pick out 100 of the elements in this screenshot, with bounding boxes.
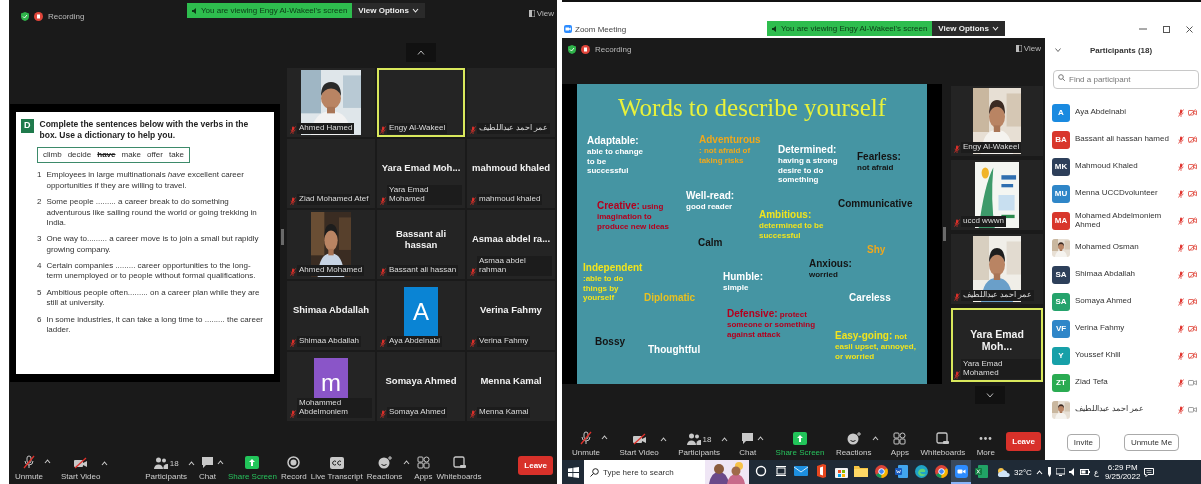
windows-logo-icon[interactable] bbox=[567, 466, 579, 478]
avatar: BA bbox=[1052, 130, 1070, 149]
more-button[interactable]: More bbox=[976, 432, 995, 457]
people-icon bbox=[686, 433, 701, 445]
caret-up-icon[interactable] bbox=[872, 436, 880, 441]
live-transcript-button[interactable]: Live Transcript bbox=[310, 457, 363, 481]
leave-button[interactable]: Leave bbox=[518, 456, 553, 475]
item-number: 1 bbox=[37, 170, 42, 182]
network-icon[interactable] bbox=[1055, 468, 1065, 476]
scroll-handle[interactable] bbox=[943, 227, 946, 241]
speaker-icon[interactable] bbox=[1068, 468, 1076, 476]
leave-button[interactable]: Leave bbox=[1006, 432, 1041, 451]
shield-icon bbox=[568, 44, 576, 54]
view-button[interactable]: View bbox=[1015, 44, 1041, 53]
panel-button[interactable]: Invite bbox=[1066, 433, 1100, 451]
term-label: Careless bbox=[849, 292, 892, 304]
view-options-button[interactable]: View Options bbox=[352, 3, 425, 18]
participants-button[interactable]: 18 Participants bbox=[678, 433, 720, 457]
search-field[interactable]: Type here to search bbox=[584, 460, 749, 484]
circle-icon bbox=[755, 465, 767, 477]
muted-mic-icon bbox=[290, 268, 296, 276]
cloud-sun-icon[interactable] bbox=[997, 467, 1010, 477]
muted-mic-icon bbox=[380, 410, 386, 418]
muted-mic-icon bbox=[1178, 297, 1184, 306]
muted-mic-icon bbox=[1178, 378, 1184, 387]
search-input[interactable]: Type here to search bbox=[603, 464, 701, 480]
item-number: 6 bbox=[37, 314, 42, 326]
unmute-button[interactable]: Unmute bbox=[572, 431, 600, 457]
apps-button[interactable]: Apps bbox=[890, 432, 910, 457]
reactions-button[interactable]: Reactions bbox=[835, 432, 872, 457]
section-badge: D bbox=[21, 119, 34, 133]
search-field[interactable]: Find a participant bbox=[1053, 70, 1199, 89]
spreadsheet-icon bbox=[974, 464, 988, 478]
term-label: Independent bbox=[583, 262, 641, 274]
notification-icon[interactable] bbox=[1144, 467, 1155, 477]
speaker-icon bbox=[772, 25, 778, 32]
muted-mic-icon bbox=[1178, 405, 1184, 414]
caret-up-icon[interactable] bbox=[188, 461, 196, 466]
people-icon bbox=[153, 457, 168, 469]
muted-mic-icon bbox=[1178, 351, 1184, 360]
apps-button[interactable]: Apps bbox=[414, 456, 433, 481]
envelope-icon bbox=[794, 465, 808, 477]
participant-name: Youssef Khlil bbox=[1075, 351, 1122, 360]
maximize-icon[interactable] bbox=[1163, 25, 1170, 33]
caret-up-icon[interactable] bbox=[101, 461, 109, 466]
pen-icon[interactable] bbox=[1046, 467, 1052, 477]
word-option: have bbox=[97, 149, 116, 161]
caret-down-icon[interactable] bbox=[411, 8, 419, 13]
muted-mic-icon bbox=[1178, 243, 1184, 252]
scroll-handle[interactable] bbox=[281, 229, 284, 245]
clock-date[interactable]: 9/25/2022 bbox=[1104, 472, 1141, 482]
whiteboards-button[interactable]: Whiteboards bbox=[436, 456, 482, 481]
view-options-button[interactable]: View Options bbox=[932, 21, 1005, 36]
participant-name: Mohamed Abdelmoniem Ahmed bbox=[1075, 211, 1163, 230]
caret-up-icon[interactable] bbox=[601, 435, 608, 440]
term-label: Anxious: bbox=[809, 258, 853, 270]
term-definition: : not afraid of taking risks bbox=[699, 146, 752, 166]
start-video-button[interactable]: Start Video bbox=[61, 457, 101, 481]
share-screen-button[interactable]: Share Screen bbox=[775, 432, 825, 457]
record-button[interactable]: Record bbox=[280, 456, 307, 481]
term-definition: having a strong desire to do something bbox=[778, 156, 839, 185]
caret-up-icon[interactable] bbox=[659, 437, 667, 442]
participant-name: Somaya Ahmed bbox=[387, 407, 448, 418]
chevron-down-icon bbox=[986, 392, 994, 398]
participant-name: Somaya Ahmed bbox=[1075, 297, 1133, 306]
reactions-button[interactable]: Reactions bbox=[366, 456, 403, 481]
taskbar-button[interactable] bbox=[951, 460, 971, 484]
view-button[interactable]: View bbox=[528, 9, 554, 18]
caret-up-icon[interactable] bbox=[403, 460, 411, 465]
term-definition: not afraid bbox=[857, 163, 895, 173]
participant-name: Menna Kamal bbox=[477, 407, 531, 418]
muted-mic-icon bbox=[1178, 324, 1184, 333]
participants-button[interactable]: 18 Participants bbox=[145, 457, 188, 481]
caret-down-icon[interactable] bbox=[991, 26, 999, 31]
participant-display-name: Shimaa Abdallah bbox=[292, 305, 370, 316]
participant-name: Aya Abdelnabi bbox=[387, 336, 442, 347]
term-label: Determined: bbox=[778, 144, 838, 156]
chat-button[interactable]: Chat bbox=[199, 456, 216, 481]
battery-icon[interactable] bbox=[1079, 469, 1090, 475]
participant-name: Menna UCCDvolunteer bbox=[1075, 189, 1159, 198]
clock-time[interactable]: 6:29 PM bbox=[1107, 462, 1138, 472]
keyboard-language[interactable]: ع bbox=[1093, 467, 1099, 477]
chevron-down-icon[interactable] bbox=[1055, 48, 1061, 52]
caret-up-icon[interactable] bbox=[217, 460, 224, 465]
unmute-button[interactable]: Unmute bbox=[15, 455, 43, 481]
apps-icon bbox=[893, 432, 907, 445]
whiteboards-button[interactable]: Whiteboards bbox=[920, 432, 966, 457]
panel-button[interactable]: Unmute Me bbox=[1123, 433, 1180, 451]
muted-mic-icon bbox=[290, 339, 296, 347]
caret-up-icon[interactable] bbox=[757, 436, 765, 441]
caret-up-icon[interactable] bbox=[44, 459, 51, 464]
item-number: 4 bbox=[37, 261, 42, 273]
smiley-plus-icon bbox=[846, 432, 861, 445]
participant-name: Mahmoud Khaled bbox=[1075, 162, 1139, 171]
share-screen-button[interactable]: Share Screen bbox=[228, 456, 277, 481]
close-icon[interactable] bbox=[1186, 25, 1193, 33]
captions-icon bbox=[329, 457, 344, 469]
caret-up-icon[interactable] bbox=[720, 437, 728, 442]
chat-button[interactable]: Chat bbox=[739, 432, 757, 457]
start-video-button[interactable]: Start Video bbox=[619, 433, 659, 457]
